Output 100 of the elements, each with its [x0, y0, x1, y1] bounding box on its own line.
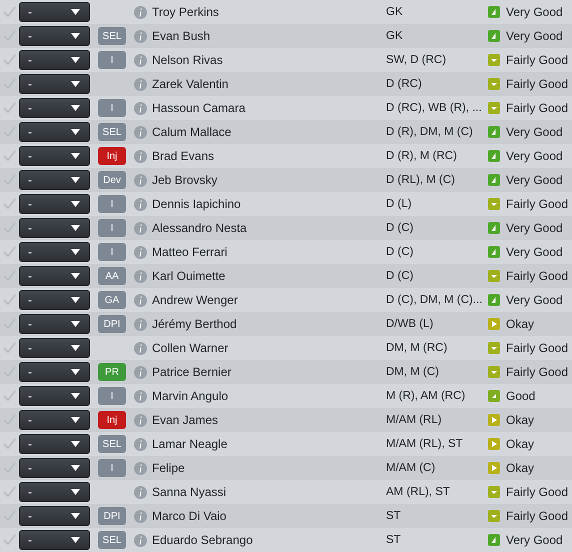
position-text: DM, M (C)	[386, 366, 440, 378]
position-text: SW, D (RC)	[386, 54, 448, 66]
info-icon[interactable]	[134, 510, 147, 522]
tick-icon[interactable]	[3, 294, 16, 306]
rating-text: Fairly Good	[506, 509, 568, 523]
selection-dropdown[interactable]: -	[19, 218, 90, 238]
info-icon[interactable]	[134, 102, 147, 114]
tick-icon[interactable]	[3, 438, 16, 450]
rating-text: Good	[506, 389, 536, 403]
selection-dropdown[interactable]: -	[19, 290, 90, 310]
fairly-good-rating-icon	[488, 510, 500, 522]
player-name[interactable]: Eduardo Sebrango	[152, 533, 386, 547]
rating-text: Very Good	[506, 245, 563, 259]
tick-icon[interactable]	[3, 198, 16, 210]
info-icon[interactable]	[134, 486, 147, 498]
player-name[interactable]: Karl Ouimette	[152, 269, 386, 283]
selection-dropdown[interactable]: -	[19, 458, 90, 478]
selection-dropdown[interactable]: -	[19, 74, 90, 94]
player-name[interactable]: Alessandro Nesta	[152, 221, 386, 235]
selection-dropdown[interactable]: -	[19, 2, 90, 22]
info-icon[interactable]	[134, 462, 147, 474]
selection-dropdown[interactable]: -	[19, 50, 90, 70]
info-icon[interactable]	[134, 390, 147, 402]
rating-text: Fairly Good	[506, 341, 568, 355]
player-name[interactable]: Brad Evans	[152, 149, 386, 163]
selection-dropdown[interactable]: -	[19, 338, 90, 358]
info-icon[interactable]	[134, 6, 147, 18]
info-icon[interactable]	[134, 318, 147, 330]
player-name[interactable]: Troy Perkins	[152, 5, 386, 19]
info-icon[interactable]	[134, 366, 147, 378]
tick-icon[interactable]	[3, 342, 16, 354]
player-name[interactable]: Sanna Nyassi	[152, 485, 386, 499]
tick-icon[interactable]	[3, 390, 16, 402]
player-name[interactable]: Marvin Angulo	[152, 389, 386, 403]
tick-icon[interactable]	[3, 486, 16, 498]
info-icon[interactable]	[134, 30, 147, 42]
info-icon[interactable]	[134, 414, 147, 426]
info-icon[interactable]	[134, 126, 147, 138]
selection-dropdown[interactable]: -	[19, 434, 90, 454]
player-name[interactable]: Hassoun Camara	[152, 101, 386, 115]
tick-icon[interactable]	[3, 6, 16, 18]
position-text: ST	[386, 510, 402, 522]
tick-icon[interactable]	[3, 54, 16, 66]
selection-dropdown[interactable]: -	[19, 410, 90, 430]
selection-dropdown[interactable]: -	[19, 314, 90, 334]
tick-icon[interactable]	[3, 534, 16, 546]
okay-rating-icon	[488, 438, 500, 450]
position-text: D (RC)	[386, 78, 423, 90]
info-icon[interactable]	[134, 174, 147, 186]
fairly-good-rating-icon	[488, 198, 500, 210]
info-icon[interactable]	[134, 150, 147, 162]
tick-icon[interactable]	[3, 102, 16, 114]
player-name[interactable]: Marco Di Vaio	[152, 509, 386, 523]
selection-dropdown[interactable]: -	[19, 530, 90, 550]
selection-dropdown[interactable]: -	[19, 482, 90, 502]
player-name[interactable]: Evan James	[152, 413, 386, 427]
info-icon[interactable]	[134, 438, 147, 450]
position-text: M (R), AM (RC)	[386, 390, 466, 402]
player-name[interactable]: Patrice Bernier	[152, 365, 386, 379]
selection-dropdown[interactable]: -	[19, 242, 90, 262]
info-icon[interactable]	[134, 294, 147, 306]
selection-dropdown[interactable]: -	[19, 194, 90, 214]
selection-dropdown[interactable]: -	[19, 362, 90, 382]
player-name[interactable]: Felipe	[152, 461, 386, 475]
player-name[interactable]: Zarek Valentin	[152, 77, 386, 91]
player-name[interactable]: Matteo Ferrari	[152, 245, 386, 259]
player-name[interactable]: Calum Mallace	[152, 125, 386, 139]
player-name[interactable]: Andrew Wenger	[152, 293, 386, 307]
status-badge: I	[98, 387, 126, 405]
info-icon[interactable]	[134, 54, 147, 66]
info-icon[interactable]	[134, 342, 147, 354]
status-badge: AA	[98, 267, 126, 285]
selection-dropdown[interactable]: -	[19, 26, 90, 46]
info-icon[interactable]	[134, 222, 147, 234]
selection-dropdown[interactable]: -	[19, 122, 90, 142]
caret-icon	[71, 273, 80, 279]
info-icon[interactable]	[134, 246, 147, 258]
info-icon[interactable]	[134, 270, 147, 282]
player-name[interactable]: Jérémy Berthod	[152, 317, 386, 331]
status-badge: I	[98, 219, 126, 237]
selection-dropdown[interactable]: -	[19, 506, 90, 526]
player-name[interactable]: Evan Bush	[152, 29, 386, 43]
tick-icon[interactable]	[3, 150, 16, 162]
selection-dropdown[interactable]: -	[19, 386, 90, 406]
player-name[interactable]: Dennis Iapichino	[152, 197, 386, 211]
player-name[interactable]: Collen Warner	[152, 341, 386, 355]
selection-dropdown[interactable]: -	[19, 170, 90, 190]
player-name[interactable]: Jeb Brovsky	[152, 173, 386, 187]
selection-dropdown[interactable]: -	[19, 98, 90, 118]
player-name[interactable]: Lamar Neagle	[152, 437, 386, 451]
tick-icon[interactable]	[3, 246, 16, 258]
rating-text: Fairly Good	[506, 101, 568, 115]
selection-dropdown[interactable]: -	[19, 146, 90, 166]
info-icon[interactable]	[134, 534, 147, 546]
selection-dropdown[interactable]: -	[19, 266, 90, 286]
status-badge: SEL	[98, 123, 126, 141]
player-name[interactable]: Nelson Rivas	[152, 53, 386, 67]
info-icon[interactable]	[134, 198, 147, 210]
caret-icon	[71, 249, 80, 255]
info-icon[interactable]	[134, 78, 147, 90]
